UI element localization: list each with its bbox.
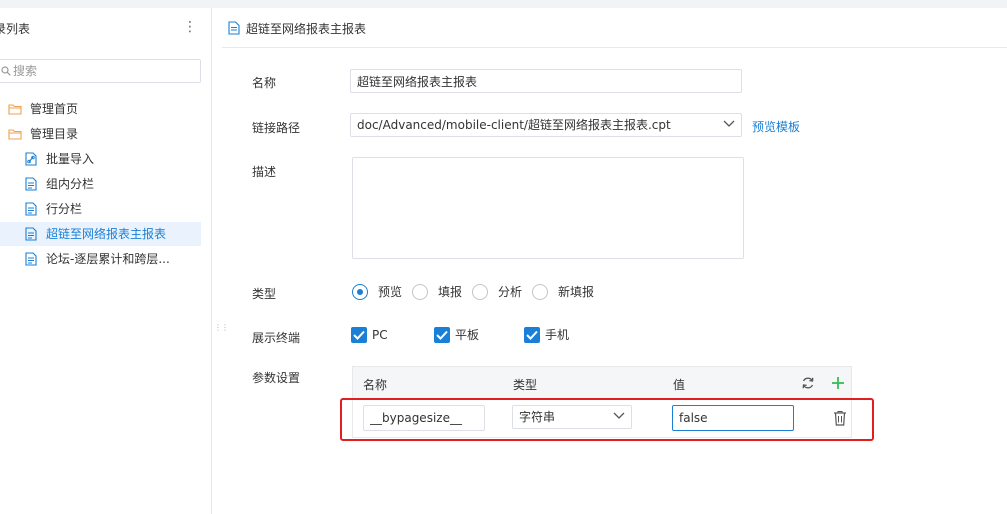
folder-open-icon [8, 129, 22, 140]
doc-icon [25, 252, 37, 266]
sidebar-item-label: 行分栏 [46, 202, 83, 216]
name-input[interactable] [350, 69, 742, 93]
type-label: 类型 [252, 287, 277, 301]
sidebar-item-batch-import[interactable]: 批量导入 [0, 147, 205, 171]
page-header: 超链至网络报表主报表 [222, 8, 1007, 48]
radio-fill[interactable] [412, 284, 428, 300]
terminal-label: 展示终端 [252, 331, 301, 345]
chevron-down-icon [723, 120, 735, 127]
checkbox-phone-label: 手机 [545, 328, 570, 342]
param-value-input[interactable] [672, 405, 794, 431]
radio-new-fill-label: 新填报 [558, 285, 595, 299]
sidebar-item-label: 超链至网络报表主报表 [46, 227, 167, 241]
sidebar-item-admin-dir[interactable]: 管理目录 [0, 122, 205, 146]
desc-label: 描述 [252, 165, 277, 179]
more-vertical-icon[interactable]: ⋮ [183, 18, 197, 36]
radio-preview[interactable] [352, 284, 368, 300]
params-table: 名称 类型 值 字符串 [352, 366, 852, 438]
checkbox-tablet-label: 平板 [455, 328, 480, 342]
link-doc-icon [25, 152, 37, 166]
name-label: 名称 [252, 76, 277, 90]
sidebar-item-row-columns[interactable]: 行分栏 [0, 197, 205, 221]
doc-icon [228, 21, 240, 35]
check-icon [526, 330, 538, 340]
doc-icon [25, 202, 37, 216]
param-type-value: 字符串 [519, 410, 556, 424]
sidebar-search[interactable] [0, 59, 201, 83]
sidebar-item-label: 管理首页 [30, 102, 79, 116]
sidebar-title: 录列表 [0, 22, 31, 36]
desc-textarea[interactable] [352, 157, 744, 259]
plus-icon[interactable] [831, 376, 845, 390]
param-col-name: 名称 [363, 378, 388, 392]
doc-icon [25, 177, 37, 191]
params-header: 名称 类型 值 [353, 367, 851, 399]
page-title: 超链至网络报表主报表 [246, 22, 367, 36]
radio-new-fill[interactable] [532, 284, 548, 300]
params-label: 参数设置 [252, 371, 301, 385]
resize-handle[interactable]: ⋮⋮ [214, 324, 229, 340]
check-icon [436, 330, 448, 340]
radio-analysis[interactable] [472, 284, 488, 300]
param-type-select[interactable]: 字符串 [512, 405, 632, 429]
checkbox-tablet[interactable] [434, 327, 450, 343]
path-select[interactable]: doc/Advanced/mobile-client/超链至网络报表主报表.cp… [350, 113, 742, 137]
sidebar-item-label: 论坛-逐层累计和跨层... [46, 252, 170, 266]
sidebar-item-group-columns[interactable]: 组内分栏 [0, 172, 205, 196]
search-input[interactable] [13, 62, 193, 80]
radio-analysis-label: 分析 [498, 285, 523, 299]
folder-icon [8, 104, 22, 115]
sidebar: 录列表 ⋮ 管理首页 管理目录 批量导入 [0, 8, 212, 514]
search-icon [1, 66, 11, 76]
param-col-type: 类型 [513, 378, 538, 392]
preview-template-link[interactable]: 预览模板 [752, 118, 800, 135]
doc-icon [25, 227, 37, 241]
chevron-down-icon [613, 412, 625, 419]
path-value: doc/Advanced/mobile-client/超链至网络报表主报表.cp… [357, 118, 671, 132]
check-icon [353, 330, 365, 340]
param-col-value: 值 [673, 378, 686, 392]
top-bar [0, 0, 1007, 8]
sidebar-item-forum-cumulative[interactable]: 论坛-逐层累计和跨层... [0, 247, 205, 271]
radio-fill-label: 填报 [438, 285, 463, 299]
sidebar-item-hyperlink-report[interactable]: 超链至网络报表主报表 [0, 222, 201, 246]
sidebar-item-admin-home[interactable]: 管理首页 [0, 97, 205, 121]
path-label: 链接路径 [252, 121, 301, 135]
sidebar-item-label: 批量导入 [46, 152, 95, 166]
trash-icon[interactable] [833, 410, 847, 426]
param-name-input[interactable] [363, 405, 485, 431]
checkbox-pc-label: PC [372, 328, 388, 342]
sidebar-item-label: 组内分栏 [46, 177, 95, 191]
sidebar-item-label: 管理目录 [30, 127, 79, 141]
checkbox-phone[interactable] [524, 327, 540, 343]
radio-preview-label: 预览 [378, 285, 403, 299]
checkbox-pc[interactable] [351, 327, 367, 343]
refresh-icon[interactable] [801, 376, 815, 390]
